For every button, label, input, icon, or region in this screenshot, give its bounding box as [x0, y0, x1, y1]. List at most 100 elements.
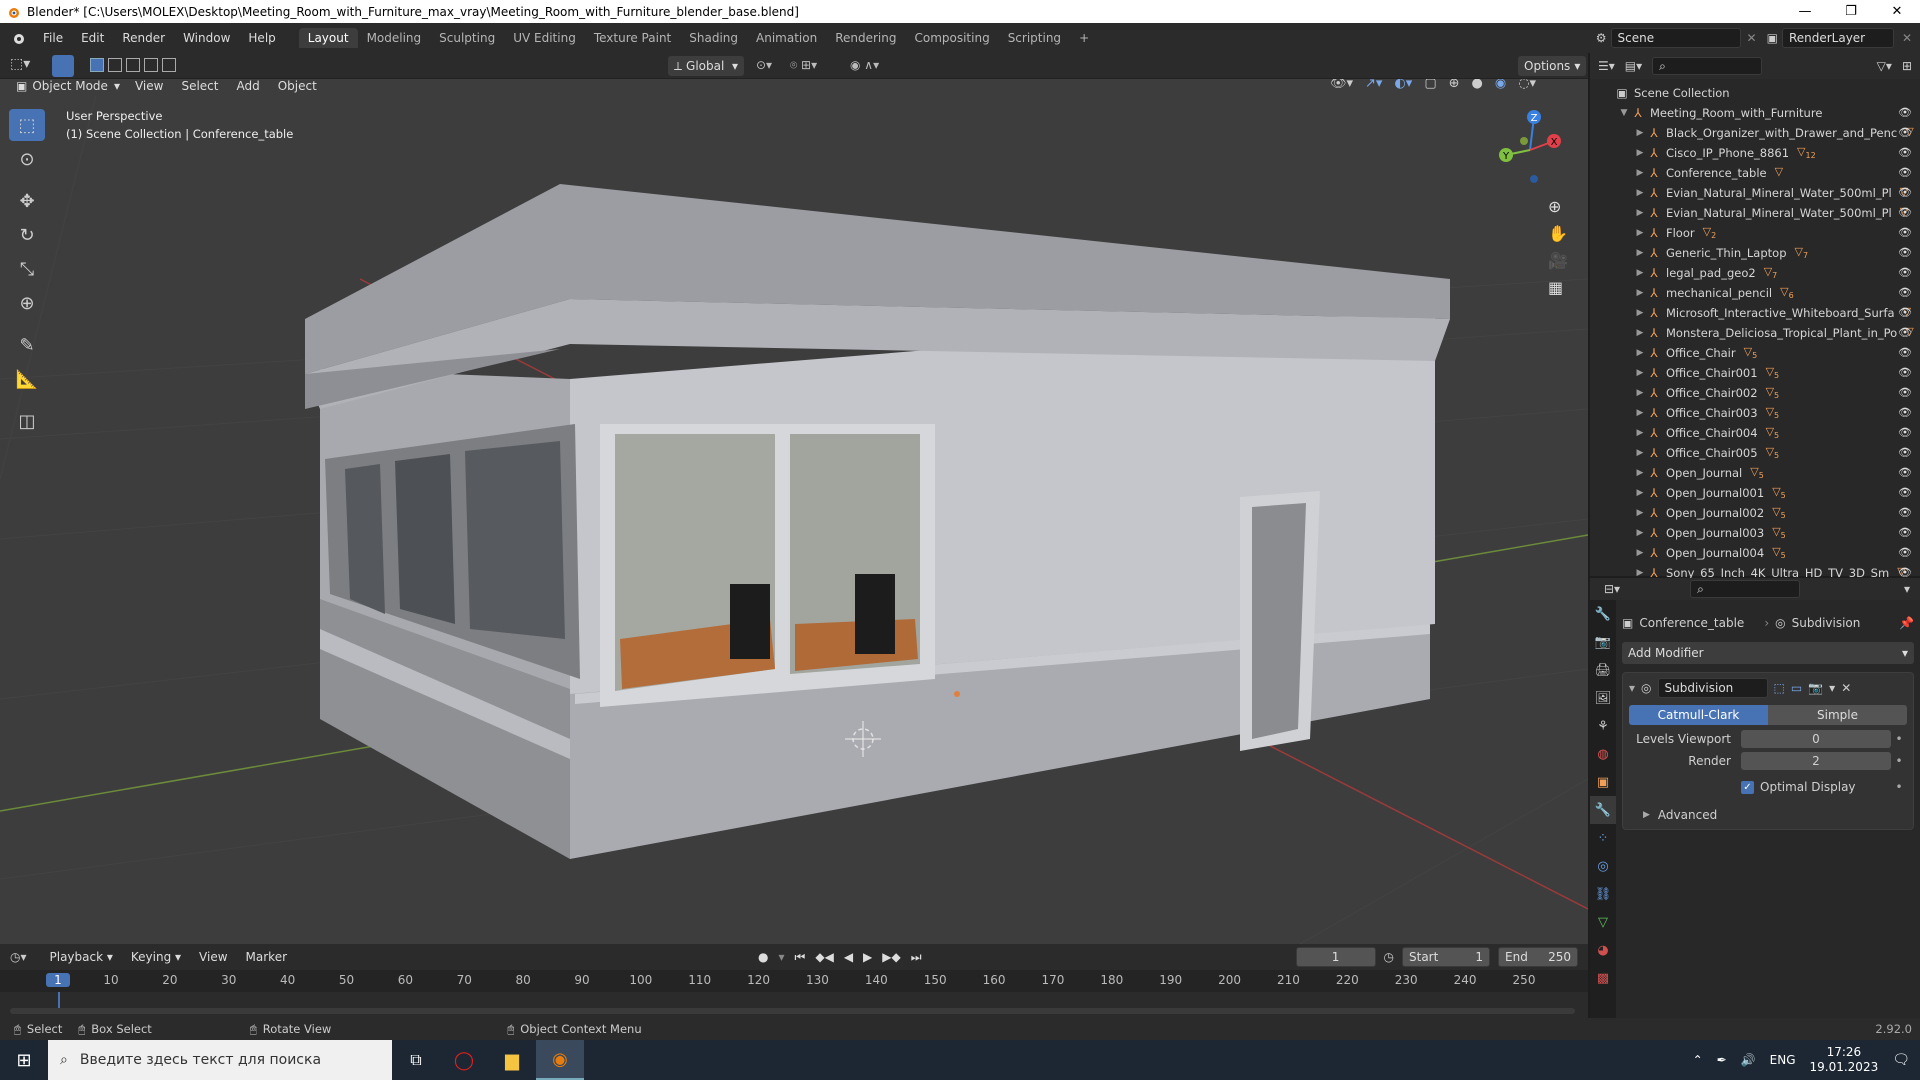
- viewport-toggle-icon[interactable]: ▭: [1791, 681, 1802, 695]
- visibility-icon[interactable]: 👁▾: [1330, 79, 1353, 91]
- snap-icon[interactable]: ⌾ ⊞▾: [790, 58, 817, 73]
- tray-chevron-icon[interactable]: ⌃: [1693, 1053, 1703, 1067]
- outliner-item[interactable]: ▶ ⅄ Office_Chair005 ▽5 👁: [1590, 443, 1920, 463]
- collapse-icon[interactable]: ▾: [1629, 681, 1635, 695]
- editor-type-icon[interactable]: ⬚▾: [10, 56, 30, 72]
- proportional-edit-icon[interactable]: ◉ ∧▾: [850, 58, 879, 72]
- world-tab-icon[interactable]: ◍: [1590, 740, 1616, 768]
- blender-app-icon[interactable]: ◉: [536, 1040, 584, 1080]
- mesh-data-icon[interactable]: ▽12: [1797, 145, 1816, 160]
- outliner-item[interactable]: ▶ ⅄ Floor ▽2 👁: [1590, 223, 1920, 243]
- menu-help[interactable]: Help: [239, 31, 284, 45]
- properties-editor-icon[interactable]: ⊟▾: [1604, 582, 1620, 596]
- eye-icon[interactable]: 👁: [1898, 286, 1912, 300]
- expand-right-icon[interactable]: ▶: [1634, 148, 1646, 158]
- optimal-display-checkbox[interactable]: ✓: [1741, 780, 1754, 794]
- expand-right-icon[interactable]: ▶: [1634, 248, 1646, 258]
- eye-icon[interactable]: 👁: [1898, 406, 1912, 420]
- viewport-menu-add[interactable]: Add: [227, 79, 268, 93]
- language-indicator[interactable]: ENG: [1770, 1053, 1796, 1067]
- volume-icon[interactable]: 🔊: [1741, 1053, 1756, 1067]
- menu-window[interactable]: Window: [174, 31, 239, 45]
- cursor-tool[interactable]: ⊙: [9, 143, 45, 175]
- blender-menu-icon[interactable]: [10, 30, 26, 46]
- timeline-editor-icon[interactable]: ◷▾: [10, 950, 27, 964]
- taskbar-search-input[interactable]: ⌕ Введите здесь текст для поиска: [48, 1040, 392, 1080]
- timeline-menu-view[interactable]: View: [190, 950, 236, 964]
- expand-right-icon[interactable]: ▶: [1634, 328, 1646, 338]
- mesh-data-icon[interactable]: ▽5: [1766, 365, 1780, 380]
- material-tab-icon[interactable]: ◕: [1590, 936, 1616, 964]
- select-box-modes[interactable]: [90, 58, 176, 72]
- outliner-item[interactable]: ▶ ⅄ Black_Organizer_with_Drawer_and_Penc ▽ 👁: [1590, 123, 1920, 143]
- tool-tab-icon[interactable]: 🔧: [1590, 600, 1616, 628]
- minimize-button[interactable]: —: [1782, 0, 1828, 23]
- mesh-data-icon[interactable]: ▽5: [1766, 405, 1780, 420]
- mesh-data-icon[interactable]: ▽5: [1772, 485, 1786, 500]
- outliner-item[interactable]: ▶ ⅄ Open_Journal001 ▽5 👁: [1590, 483, 1920, 503]
- filter-icon[interactable]: ▽▾: [1877, 59, 1892, 73]
- eye-icon[interactable]: 👁: [1898, 366, 1912, 380]
- mesh-data-icon[interactable]: ▽5: [1772, 505, 1786, 520]
- transform-tool[interactable]: ⊕: [9, 287, 45, 319]
- gizmo-toggle-icon[interactable]: ↗▾: [1365, 79, 1382, 91]
- render-levels-field[interactable]: 2: [1741, 752, 1891, 770]
- new-collection-icon[interactable]: ⊞: [1902, 59, 1912, 73]
- eye-icon[interactable]: 👁: [1898, 206, 1912, 220]
- expand-right-icon[interactable]: ▶: [1634, 428, 1646, 438]
- expand-right-icon[interactable]: ▶: [1634, 188, 1646, 198]
- outliner-item[interactable]: ▶ ⅄ Office_Chair004 ▽5 👁: [1590, 423, 1920, 443]
- keyframe-dot-icon[interactable]: •: [1891, 754, 1907, 768]
- outliner-editor-icon[interactable]: ☰▾: [1598, 59, 1615, 73]
- eye-icon[interactable]: 👁: [1898, 126, 1912, 140]
- pivot-icon[interactable]: ⊙▾: [756, 58, 772, 72]
- advanced-subpanel[interactable]: ▶ Advanced: [1629, 805, 1907, 825]
- outliner-scene-collection[interactable]: ▣ Scene Collection: [1590, 83, 1920, 103]
- overlay-toggle-icon[interactable]: ◐▾: [1394, 79, 1412, 91]
- select-mode-icon[interactable]: [52, 55, 74, 77]
- pin-icon[interactable]: 📌: [1899, 616, 1914, 630]
- eye-icon[interactable]: 👁: [1898, 226, 1912, 240]
- clock[interactable]: 17:26 19.01.2023: [1810, 1045, 1879, 1075]
- outliner-item[interactable]: ▶ ⅄ Office_Chair003 ▽5 👁: [1590, 403, 1920, 423]
- scale-tool[interactable]: ⤡: [9, 253, 45, 285]
- timeline-menu-marker[interactable]: Marker: [237, 950, 296, 964]
- add-modifier-dropdown[interactable]: Add Modifier ▾: [1622, 642, 1914, 664]
- expand-right-icon[interactable]: ▶: [1634, 528, 1646, 538]
- timeline-scrollbar[interactable]: [10, 1008, 1575, 1014]
- zoom-icon[interactable]: ⊕: [1548, 197, 1568, 216]
- eye-icon[interactable]: 👁: [1898, 506, 1912, 520]
- record-options-icon[interactable]: ▾: [779, 950, 785, 965]
- mesh-data-icon[interactable]: ▽5: [1766, 445, 1780, 460]
- mesh-data-icon[interactable]: ▽: [1775, 165, 1783, 180]
- measure-tool[interactable]: 📐: [9, 363, 45, 395]
- eye-icon[interactable]: 👁: [1898, 146, 1912, 160]
- annotate-tool[interactable]: ✎: [9, 329, 45, 361]
- tab-compositing[interactable]: Compositing: [905, 28, 998, 48]
- modifier-name-input[interactable]: Subdivision: [1657, 678, 1768, 698]
- keyframe-dot-icon[interactable]: •: [1891, 732, 1907, 746]
- eye-icon[interactable]: 👁: [1898, 426, 1912, 440]
- expand-right-icon[interactable]: ▶: [1634, 348, 1646, 358]
- properties-options-icon[interactable]: ▾: [1904, 582, 1910, 596]
- tab-scripting[interactable]: Scripting: [999, 28, 1070, 48]
- expand-right-icon[interactable]: ▶: [1634, 288, 1646, 298]
- expand-right-icon[interactable]: ▶: [1634, 448, 1646, 458]
- outliner-item[interactable]: ▶ ⅄ Open_Journal004 ▽5 👁: [1590, 543, 1920, 563]
- file-explorer-icon[interactable]: ▆: [488, 1050, 536, 1071]
- outliner-item[interactable]: ▶ ⅄ Open_Journal ▽5 👁: [1590, 463, 1920, 483]
- menu-file[interactable]: File: [34, 31, 72, 45]
- mesh-data-icon[interactable]: ▽5: [1766, 385, 1780, 400]
- tab-modeling[interactable]: Modeling: [358, 28, 431, 48]
- eye-icon[interactable]: 👁: [1898, 466, 1912, 480]
- outliner-item[interactable]: ▶ ⅄ Generic_Thin_Laptop ▽7 👁: [1590, 243, 1920, 263]
- scene-tab-icon[interactable]: ⚘: [1590, 712, 1616, 740]
- outliner-item[interactable]: ▶ ⅄ Open_Journal002 ▽5 👁: [1590, 503, 1920, 523]
- eye-icon[interactable]: 👁: [1898, 446, 1912, 460]
- eye-icon[interactable]: 👁: [1898, 526, 1912, 540]
- properties-search-input[interactable]: ⌕: [1690, 580, 1801, 598]
- outliner-item[interactable]: ▶ ⅄ Conference_table ▽ 👁: [1590, 163, 1920, 183]
- expand-right-icon[interactable]: ▶: [1634, 568, 1646, 578]
- view-layer-tab-icon[interactable]: 🖼: [1590, 684, 1616, 712]
- outliner-item[interactable]: ▶ ⅄ mechanical_pencil ▽6 👁: [1590, 283, 1920, 303]
